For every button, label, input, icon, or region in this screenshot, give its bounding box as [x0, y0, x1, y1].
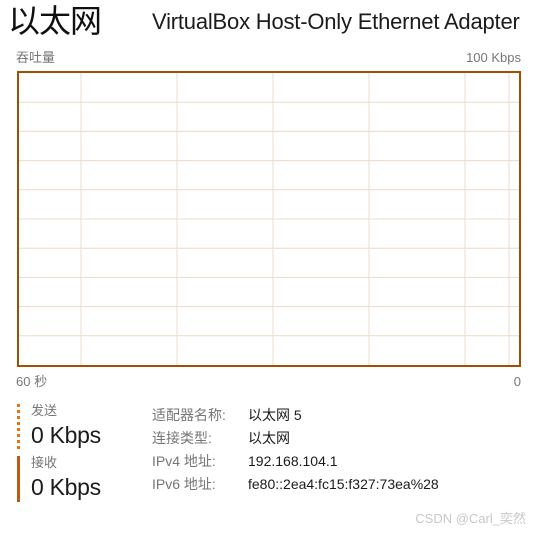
graph-y-axis-max-label: 100 Kbps	[466, 50, 521, 65]
legend-item-send: 发送 0 Kbps	[17, 402, 147, 454]
receive-label: 接收	[31, 455, 58, 470]
detail-value: fe80::2ea4:fc15:f327:73ea%28	[248, 476, 439, 492]
send-value: 0 Kbps	[31, 422, 101, 448]
throughput-legend: 发送 0 Kbps 接收 0 Kbps	[17, 402, 147, 506]
adapter-details: 适配器名称: 以太网 5 连接类型: 以太网 IPv4 地址: 192.168.…	[152, 404, 439, 496]
detail-label: 连接类型:	[152, 430, 212, 446]
detail-label: IPv6 地址:	[152, 476, 216, 492]
detail-label: 适配器名称:	[152, 407, 226, 423]
detail-row-ipv4-address: IPv4 地址: 192.168.104.1	[152, 450, 439, 473]
detail-value: 以太网 5	[248, 407, 302, 423]
graph-x-axis-right-label: 0	[513, 374, 521, 389]
detail-value: 192.168.104.1	[248, 453, 338, 469]
detail-value: 以太网	[248, 430, 290, 446]
send-label: 发送	[31, 403, 58, 418]
receive-value: 0 Kbps	[31, 474, 101, 500]
graph-y-axis-label: 吞吐量	[16, 50, 56, 65]
throughput-graph[interactable]	[17, 71, 521, 367]
legend-item-receive: 接收 0 Kbps	[17, 454, 147, 506]
detail-row-ipv6-address: IPv6 地址: fe80::2ea4:fc15:f327:73ea%28	[152, 473, 439, 496]
detail-row-connection-type: 连接类型: 以太网	[152, 427, 439, 450]
adapter-logo: 以太网	[8, 2, 102, 40]
adapter-header: 以太网 VirtualBox Host-Only Ethernet Adapte…	[0, 0, 538, 44]
graph-x-axis-left-label: 60 秒	[16, 374, 48, 389]
send-series-marker-icon	[17, 404, 20, 450]
graph-gridlines	[19, 73, 519, 365]
receive-series-marker-icon	[17, 456, 20, 502]
detail-label: IPv4 地址:	[152, 453, 216, 469]
detail-row-adapter-name: 适配器名称: 以太网 5	[152, 404, 439, 427]
page-title: VirtualBox Host-Only Ethernet Adapter	[152, 9, 520, 34]
watermark: CSDN @Carl_奕然	[415, 511, 526, 526]
